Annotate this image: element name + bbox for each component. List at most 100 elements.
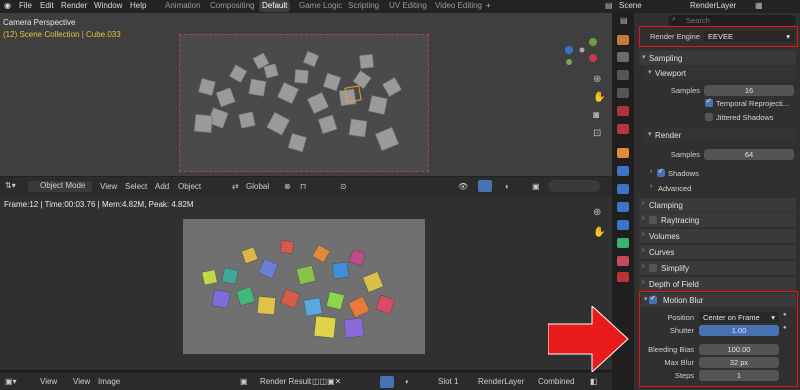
world-tab-icon[interactable]	[617, 124, 629, 134]
output-tab-icon[interactable]	[617, 70, 629, 80]
object-mode-dropdown[interactable]: Object Mode	[28, 181, 92, 192]
blender-logo-icon[interactable]: ◉	[4, 1, 11, 10]
proportional-edit-icon[interactable]: ⊙	[340, 182, 347, 191]
menu-edit[interactable]: Edit	[40, 1, 54, 10]
menu-object[interactable]: Object	[178, 182, 201, 191]
data-tab-icon[interactable]	[617, 238, 629, 248]
physics-tab-icon[interactable]	[617, 202, 629, 212]
tool-tab-icon[interactable]	[617, 35, 629, 45]
display-channels-icon[interactable]: ◧	[590, 377, 598, 386]
slot-dropdown[interactable]: Slot 1	[438, 377, 458, 386]
shutter-field[interactable]: 1.00	[699, 325, 779, 336]
gizmo-toggle-icon[interactable]	[380, 376, 394, 388]
menu-view[interactable]: View	[100, 182, 117, 191]
image-browse-icon[interactable]: ▣	[240, 377, 248, 386]
position-dropdown[interactable]: Center on Frame ▾	[699, 312, 779, 323]
xray-icon[interactable]: ▣	[532, 182, 540, 191]
scene-tab-icon[interactable]	[617, 106, 629, 116]
editor-type-icon[interactable]: ▣▾	[5, 377, 17, 386]
steps-field[interactable]: 1	[699, 370, 779, 381]
scene-icon[interactable]: ▤	[605, 1, 613, 10]
raytracing-checkbox[interactable]	[649, 216, 657, 224]
navigation-gizmo[interactable]	[558, 36, 606, 68]
section-raytracing[interactable]: › Raytracing	[639, 213, 796, 227]
chevron-right-icon[interactable]: ›	[650, 168, 652, 175]
viewport-samples-label: Samples	[670, 86, 700, 95]
material-tab-icon[interactable]	[617, 256, 629, 266]
render-tab-icon[interactable]	[617, 52, 629, 62]
snap-icon[interactable]: ⊓	[300, 182, 306, 191]
orientation-dropdown[interactable]: Global	[246, 182, 269, 191]
simplify-checkbox[interactable]	[649, 264, 657, 272]
zoom-icon[interactable]: ⊕	[593, 207, 601, 218]
editor-type-icon[interactable]: ▤	[620, 16, 628, 25]
section-curves[interactable]: › Curves	[639, 245, 796, 259]
view-dropdown[interactable]: View	[40, 377, 57, 386]
zoom-icon[interactable]: ⊕	[593, 74, 601, 85]
bleeding-bias-field[interactable]: 100.00	[699, 344, 779, 355]
pan-hand-icon[interactable]: ✋	[593, 92, 605, 103]
visibility-icon[interactable]: 👁	[458, 182, 468, 191]
render-layer-icon[interactable]: ▦	[755, 1, 763, 10]
overlay-icon[interactable]: ◐	[505, 182, 510, 191]
jittered-shadows-checkbox[interactable]	[705, 113, 713, 121]
editor-type-icon[interactable]: ⇅▾	[5, 181, 16, 190]
render-engine-dropdown[interactable]: EEVEE ▾	[704, 31, 794, 42]
menu-image[interactable]: Image	[98, 377, 120, 386]
shading-mode-buttons[interactable]	[548, 180, 600, 192]
menu-help[interactable]: Help	[130, 1, 146, 10]
object-tab-icon[interactable]	[617, 148, 629, 158]
tab-game-logic[interactable]: Game Logic	[299, 1, 342, 10]
particles-tab-icon[interactable]	[617, 184, 629, 194]
section-motion-blur[interactable]: ▾ Motion Blur	[641, 293, 796, 307]
section-clamping[interactable]: › Clamping	[639, 198, 796, 212]
add-workspace-icon[interactable]: +	[486, 1, 491, 10]
gizmo-toggle-icon[interactable]	[478, 180, 492, 192]
search-input[interactable]: ⌕ Search	[668, 15, 796, 26]
keyframe-dot-icon[interactable]: ●	[783, 325, 787, 331]
render-layer-name[interactable]: RenderLayer	[690, 1, 736, 10]
pivot-icon[interactable]: ⊗	[284, 182, 291, 191]
render-samples-field[interactable]: 64	[704, 149, 794, 160]
menu-window[interactable]: Window	[94, 1, 122, 10]
image-buttons[interactable]: ◫◫▣✕	[312, 377, 341, 386]
section-depth-of-field[interactable]: › Depth of Field	[639, 277, 796, 291]
view-layer-tab-icon[interactable]	[617, 88, 629, 98]
section-render[interactable]: ▾ Render	[645, 128, 796, 142]
section-volumes[interactable]: › Volumes	[639, 229, 796, 243]
menu-file[interactable]: File	[19, 1, 32, 10]
menu-select[interactable]: Select	[125, 182, 147, 191]
section-simplify[interactable]: › Simplify	[639, 261, 796, 275]
max-blur-field[interactable]: 32 px	[699, 357, 779, 368]
shadows-checkbox[interactable]	[657, 167, 665, 177]
lock-icon[interactable]: ⊡	[593, 128, 601, 139]
overlay-icon[interactable]: ◐	[405, 377, 410, 386]
tab-scripting[interactable]: Scripting	[348, 1, 379, 10]
tab-video-editing[interactable]: Video Editing	[435, 1, 482, 10]
menu-view[interactable]: View	[73, 377, 90, 386]
camera-icon[interactable]: ◙	[593, 110, 599, 121]
layer-dropdown[interactable]: RenderLayer	[478, 377, 524, 386]
advanced-label[interactable]: Advanced	[658, 184, 691, 193]
motion-blur-checkbox[interactable]	[649, 294, 657, 304]
menu-render[interactable]: Render	[61, 1, 87, 10]
pan-hand-icon[interactable]: ✋	[593, 227, 605, 238]
tab-compositing[interactable]: Compositing	[210, 1, 254, 10]
section-sampling[interactable]: ▾ Sampling	[639, 51, 796, 65]
pass-dropdown[interactable]: Combined	[538, 377, 574, 386]
keyframe-dot-icon[interactable]: ●	[783, 312, 787, 318]
image-name[interactable]: Render Result	[260, 377, 311, 386]
modifier-tab-icon[interactable]	[617, 166, 629, 176]
scene-name[interactable]: Scene	[619, 1, 642, 10]
tab-animation[interactable]: Animation	[165, 1, 201, 10]
menu-add[interactable]: Add	[155, 182, 169, 191]
section-viewport[interactable]: ▾ Viewport	[645, 66, 796, 80]
texture-tab-icon[interactable]	[617, 272, 629, 282]
temporal-reprojection-checkbox[interactable]	[705, 97, 713, 107]
viewport-samples-field[interactable]: 16	[704, 85, 794, 96]
tab-uv-editing[interactable]: UV Editing	[389, 1, 427, 10]
tab-default[interactable]: Default	[259, 0, 291, 12]
constraints-tab-icon[interactable]	[617, 220, 629, 230]
chevron-right-icon[interactable]: ›	[650, 183, 652, 190]
transform-orientation-icon[interactable]: ⇄	[232, 182, 239, 191]
